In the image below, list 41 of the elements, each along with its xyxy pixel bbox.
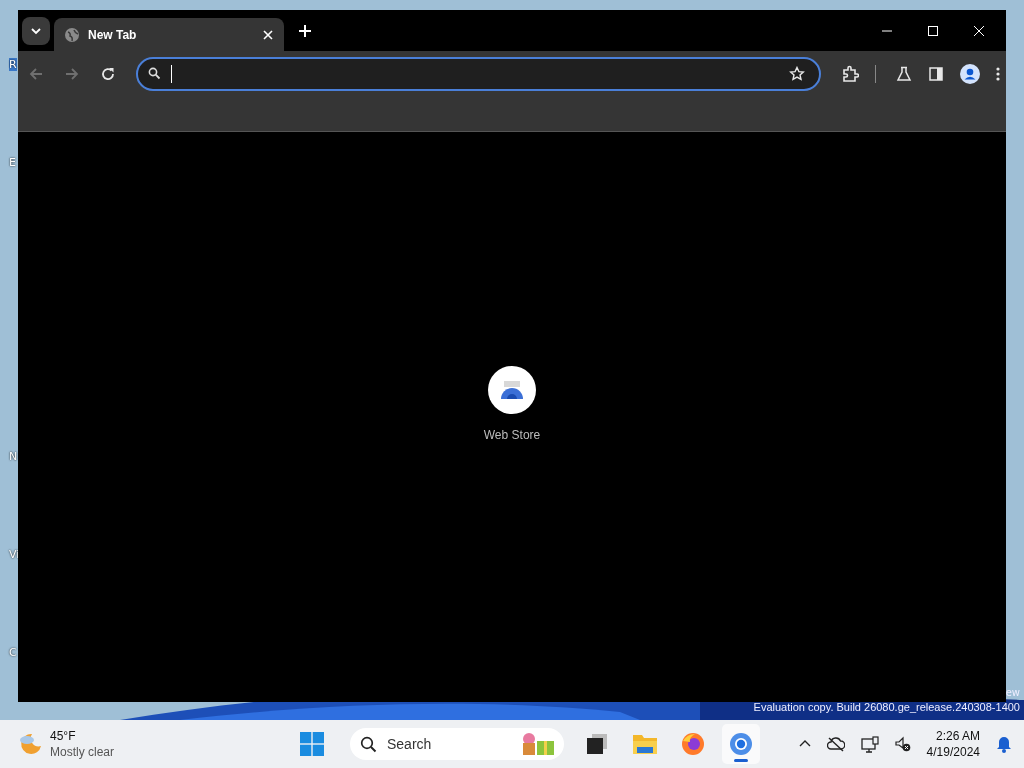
star-icon[interactable] [789,65,805,82]
network-monitor-icon[interactable] [860,735,879,753]
weather-condition-text[interactable]: Mostly clear [50,744,114,760]
task-view-icon [586,733,608,755]
clock[interactable]: 2:26 AM 4/19/2024 [926,728,980,760]
side-panel-icon[interactable] [928,65,944,82]
close-icon[interactable] [262,28,274,41]
windows-start-icon[interactable] [300,732,324,756]
cloud-off-icon[interactable] [826,736,845,752]
profile-avatar-icon[interactable] [960,63,980,84]
web-store-shortcut-tile[interactable] [488,366,536,414]
tab-title: New Tab [88,27,138,42]
speaker-muted-icon[interactable] [894,736,911,752]
menu-icon[interactable] [996,65,1000,82]
edition-text: ew [1005,687,1020,698]
time-text: 2:26 AM [935,728,980,744]
bell-icon[interactable] [996,735,1012,753]
search-icon [360,735,377,753]
taskbar-search-field[interactable]: Search [350,728,564,760]
reload-icon[interactable] [100,65,116,82]
build-watermark: Evaluation copy. Build 26080.ge_release.240308-1400 [753,701,1020,713]
search-icon [148,67,161,80]
search-placeholder: Search [387,736,433,752]
plus-icon[interactable] [298,23,312,38]
address-field[interactable] [136,56,821,91]
browser-logo-icon [729,732,753,756]
folder-icon [633,733,657,755]
tab-search-button[interactable] [22,16,50,45]
temperature-text[interactable]: 45°F [50,728,114,744]
puzzle-piece-icon[interactable] [841,64,859,83]
browser-tab[interactable]: New Tab [54,18,284,51]
close-icon[interactable] [973,24,985,37]
shop-arch-icon [501,381,523,399]
desktop-icon-label[interactable]: R [9,58,17,71]
date-text: 4/19/2024 [926,744,980,760]
maximize-icon[interactable] [927,24,939,37]
fox-globe-icon [681,732,705,756]
shortcut-label: Web Store [483,428,541,442]
flask-icon[interactable] [896,65,912,82]
globe-icon [64,26,80,43]
gift-boxes-icon [520,732,556,756]
